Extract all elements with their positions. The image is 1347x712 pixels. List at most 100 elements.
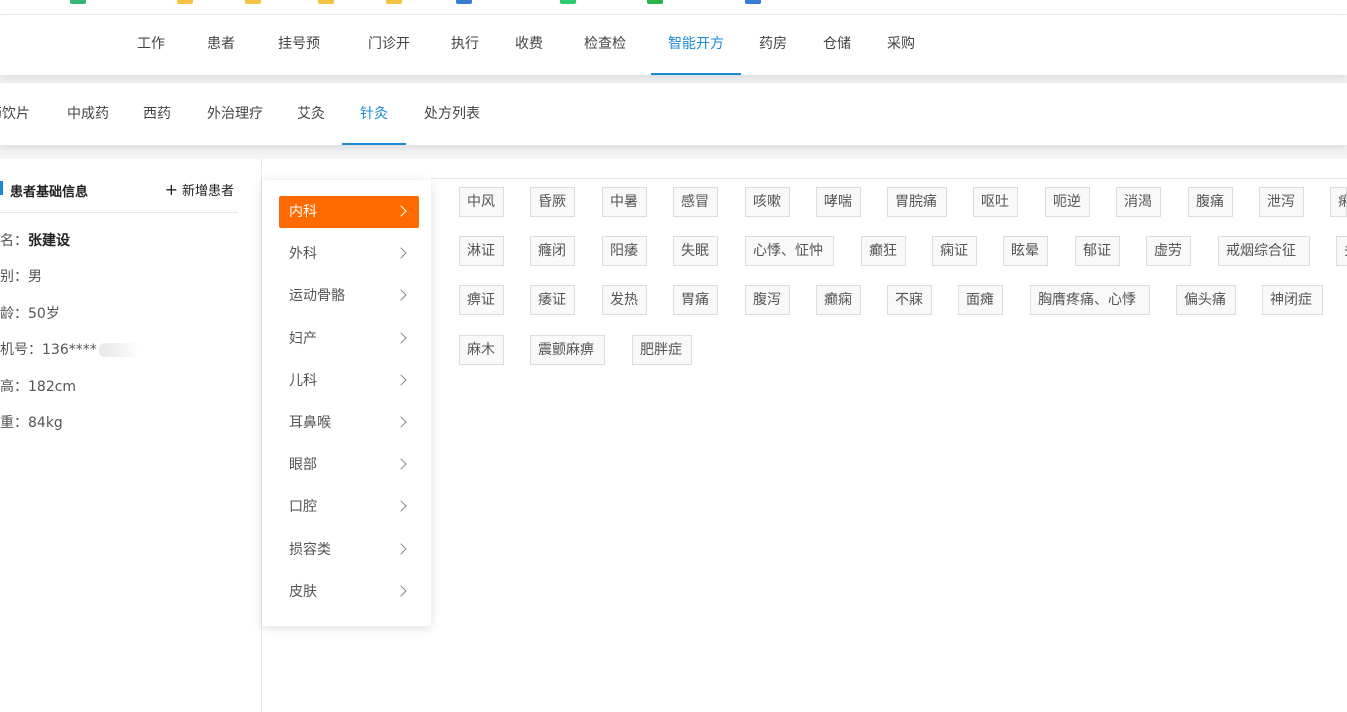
main-nav-item[interactable]: 智能开方: [651, 15, 741, 75]
disease-tag[interactable]: 胃脘痛: [887, 187, 947, 217]
patient-name-row: 名：张建设: [0, 230, 70, 250]
disease-tag[interactable]: 癫狂: [861, 236, 906, 266]
department-item[interactable]: 运动骨骼: [279, 280, 419, 312]
disease-tag[interactable]: 偏头痛: [1176, 285, 1236, 315]
blue-chart-icon[interactable]: [456, 0, 472, 4]
disease-tag[interactable]: 腹痛: [1188, 187, 1233, 217]
patient-name-label: 名：: [0, 233, 28, 249]
disease-tag[interactable]: 中暑: [602, 187, 647, 217]
chevron-right-icon: [397, 196, 409, 228]
chevron-right-icon: [397, 407, 409, 439]
main-nav-item[interactable]: 采购: [887, 15, 915, 75]
main-nav-item[interactable]: 挂号预约: [272, 15, 326, 110]
disease-tag[interactable]: 胃痛: [673, 285, 718, 315]
department-item[interactable]: 妇产: [279, 323, 419, 355]
chevron-right-icon: [397, 576, 409, 608]
department-label: 损容类: [289, 541, 331, 558]
nav-divider: [0, 75, 1347, 83]
disease-tag[interactable]: 发热: [602, 285, 647, 315]
sub-nav-tab[interactable]: 外治理疗: [207, 83, 263, 145]
patient-phone-row: 机号：136****: [0, 339, 139, 359]
disease-tag[interactable]: 淋证: [459, 236, 504, 266]
yellow-folder-icon[interactable]: [318, 0, 334, 4]
disease-tag[interactable]: 神闭症: [1262, 285, 1323, 315]
department-item[interactable]: 耳鼻喉: [279, 407, 419, 439]
department-item[interactable]: 眼部: [279, 449, 419, 481]
disease-tag[interactable]: 麻木: [459, 335, 504, 365]
patient-panel-header: 患者基础信息 + 新增患者: [0, 159, 238, 213]
main-nav-item[interactable]: 患者: [207, 15, 235, 75]
disease-tag[interactable]: 面瘫: [958, 285, 1003, 315]
disease-tag[interactable]: 肥胖症: [632, 335, 692, 365]
chevron-right-icon: [397, 238, 409, 270]
disease-tag[interactable]: 戒烟综合征: [1218, 236, 1310, 266]
plus-icon: +: [164, 180, 178, 199]
department-label: 眼部: [289, 457, 317, 474]
disease-tag[interactable]: 心悸、怔忡: [745, 236, 834, 266]
department-label: 儿科: [289, 372, 317, 389]
disease-tag[interactable]: 消渴: [1116, 187, 1161, 217]
disease-tag[interactable]: 咳嗽: [745, 187, 790, 217]
department-item[interactable]: 口腔: [279, 491, 419, 523]
green-app-icon[interactable]: [70, 0, 86, 4]
blue-grid-icon[interactable]: [745, 0, 761, 4]
yellow-folder-icon[interactable]: [386, 0, 402, 4]
main-nav-item[interactable]: 门诊开方: [362, 15, 416, 110]
sub-nav-tab[interactable]: 处方列表: [424, 83, 480, 145]
patient-name-value: 张建设: [28, 233, 70, 249]
disease-tag[interactable]: 泄泻: [1259, 187, 1304, 217]
section-marker: [0, 181, 3, 195]
department-item[interactable]: 内科: [279, 196, 419, 228]
department-item[interactable]: 儿科: [279, 365, 419, 397]
department-label: 运动骨骼: [289, 288, 345, 305]
yellow-folder-icon[interactable]: [245, 0, 261, 4]
department-item[interactable]: 损容类: [279, 534, 419, 566]
patient-gender: 别：男: [0, 269, 42, 285]
yellow-folder-icon[interactable]: [177, 0, 193, 4]
department-item[interactable]: 外科: [279, 238, 419, 270]
green-shield-icon[interactable]: [560, 0, 576, 4]
disease-tag[interactable]: 痢: [1330, 187, 1347, 217]
disease-tag[interactable]: 郁证: [1075, 236, 1120, 266]
disease-tag[interactable]: 癫痫: [816, 285, 861, 315]
disease-tag[interactable]: 胸膺疼痛、心悸: [1030, 285, 1150, 315]
patient-phone: 机号：136****: [0, 342, 97, 358]
disease-tag[interactable]: 哮喘: [816, 187, 861, 217]
main-nav-item[interactable]: 检查检验: [578, 15, 632, 110]
main-nav-item[interactable]: 仓储: [823, 15, 851, 75]
green-chat-icon[interactable]: [647, 0, 663, 4]
disease-tag[interactable]: 阳痿: [602, 236, 647, 266]
disease-tag[interactable]: 癃闭: [530, 236, 575, 266]
chevron-right-icon: [397, 534, 409, 566]
disease-tag[interactable]: 痿证: [530, 285, 575, 315]
sub-nav-tab[interactable]: 艾灸: [297, 83, 325, 145]
add-patient-label: 新增患者: [181, 184, 234, 199]
disease-tag[interactable]: 昏厥: [530, 187, 575, 217]
main-nav-item[interactable]: 工作台: [131, 15, 171, 110]
disease-tag[interactable]: 腹泻: [745, 285, 790, 315]
sub-nav-tab[interactable]: 针灸: [342, 83, 406, 145]
chevron-right-icon: [397, 365, 409, 397]
disease-tag[interactable]: 痹证: [459, 285, 504, 315]
disease-tag[interactable]: 眩晕: [1003, 236, 1048, 266]
sub-nav-tab[interactable]: 西药: [143, 83, 171, 145]
add-patient-button[interactable]: + 新增患者: [165, 180, 234, 199]
disease-tag[interactable]: 不寐: [887, 285, 932, 315]
main-nav-item[interactable]: 药房: [759, 15, 787, 75]
disease-tag[interactable]: 虚劳: [1146, 236, 1191, 266]
disease-tag[interactable]: 中风: [459, 187, 504, 217]
main-nav-item[interactable]: 收费: [515, 15, 543, 75]
department-menu: 内科外科运动骨骼妇产儿科耳鼻喉眼部口腔损容类皮肤: [262, 180, 431, 626]
disease-tag[interactable]: 感冒: [673, 187, 718, 217]
disease-tag[interactable]: 失眠: [673, 236, 718, 266]
disease-tag[interactable]: 痫证: [932, 236, 977, 266]
disease-tag[interactable]: 震颤麻痹: [530, 335, 605, 365]
sub-nav-tab[interactable]: 药饮片: [0, 83, 30, 145]
sub-nav-tab[interactable]: 中成药: [67, 83, 109, 145]
disease-tag[interactable]: 呃逆: [1045, 187, 1090, 217]
disease-tag[interactable]: 呕吐: [973, 187, 1018, 217]
patient-weight: 重：84kg: [0, 415, 63, 431]
disease-tag[interactable]: 头: [1336, 236, 1347, 266]
main-nav-item[interactable]: 执行: [451, 15, 479, 75]
department-item[interactable]: 皮肤: [279, 576, 419, 608]
